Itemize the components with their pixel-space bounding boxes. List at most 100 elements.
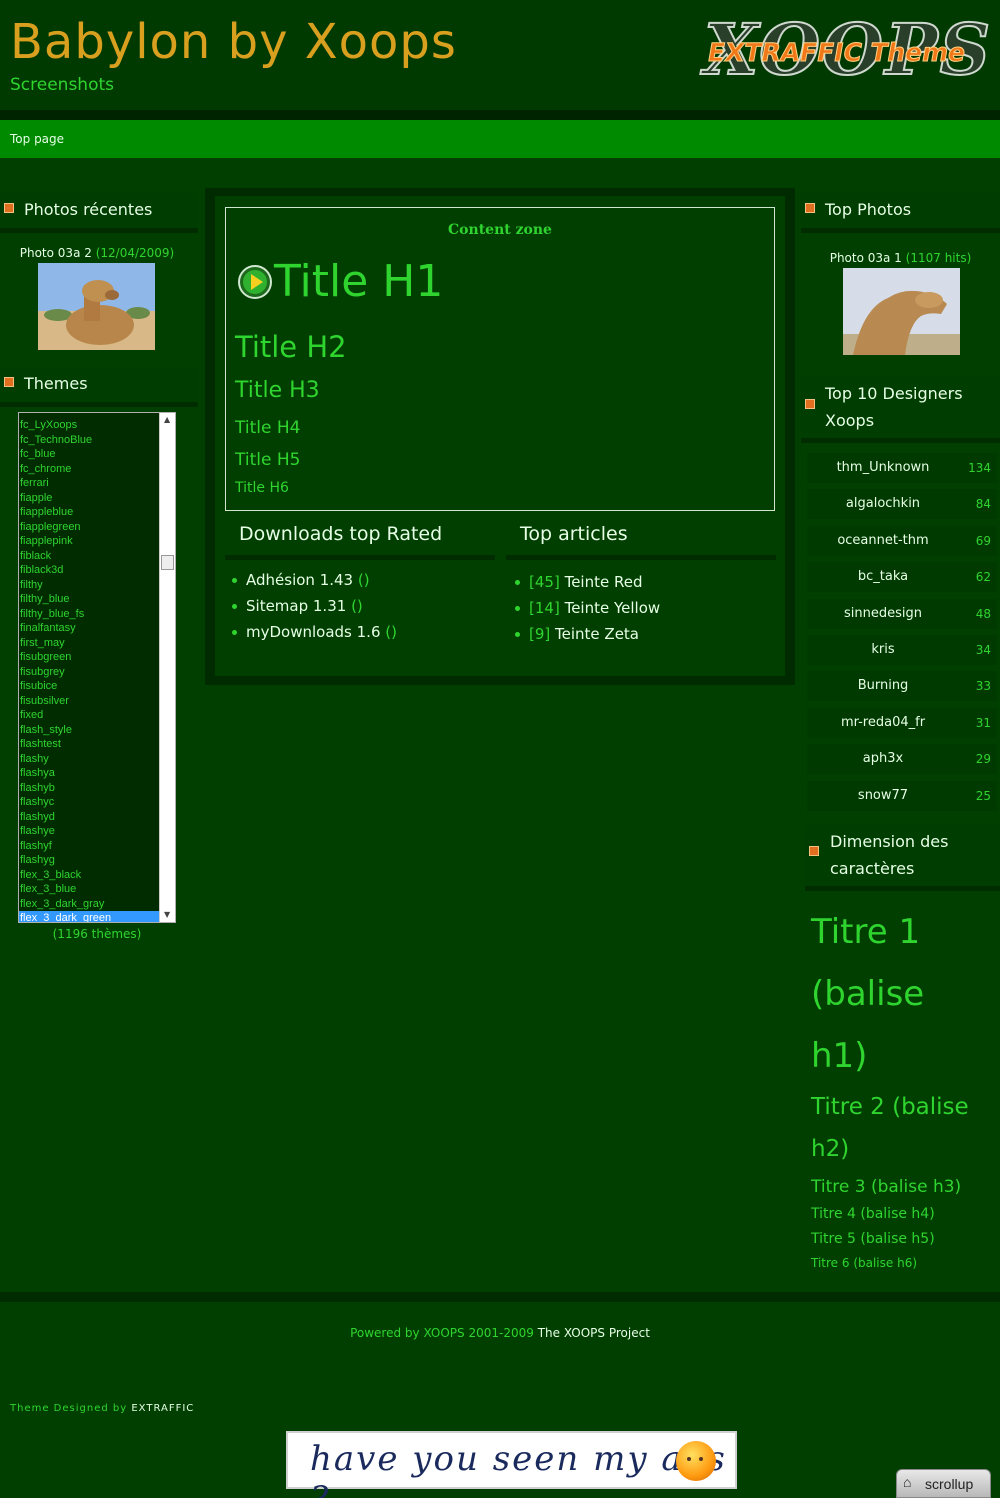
theme-option[interactable]: flex_3_dark_gray [19,897,159,912]
theme-option[interactable]: ferrari [19,476,159,491]
themes-select-list[interactable]: fc_LyXoops fc_TechnoBlue fc_blue fc_chrome f… [18,412,176,923]
scroll-up-arrow-icon[interactable]: ▲ [164,415,170,424]
designer-count: 48 [975,606,991,621]
dim-title1-line2: (balise [811,974,925,1014]
title-h6: Title H6 [235,480,289,496]
article-item[interactable]: [9] Teinte Zeta [515,624,660,650]
theme-option[interactable]: fisubgrey [19,665,159,680]
designer-row[interactable]: aph3x 29 [807,744,997,775]
theme-option[interactable]: fisubsilver [19,694,159,709]
article-name[interactable]: Teinte Red [565,573,643,591]
dim-title2-line2: h2) [811,1136,850,1162]
theme-option[interactable]: flashyf [19,839,159,854]
theme-option[interactable]: fc_chrome [19,462,159,477]
theme-option[interactable]: fisubgreen [19,650,159,665]
download-item[interactable]: Sitemap 1.31 () [232,596,397,622]
articles-title: Top articles [520,523,628,545]
theme-option[interactable]: finalfantasy [19,621,159,636]
recent-photo-thumbnail[interactable] [38,263,155,350]
top-photo-name[interactable]: Photo 03a 1 [830,251,902,265]
theme-option[interactable]: flashtest [19,737,159,752]
powered-prefix[interactable]: Powered by XOOPS 2001-2009 [350,1326,534,1340]
theme-option[interactable]: fc_LyXoops [19,418,159,433]
designer-name[interactable]: sinnedesign [807,599,959,629]
top-photo-thumbnail[interactable] [843,268,960,355]
download-name[interactable]: myDownloads 1.6 [246,623,381,641]
theme-option[interactable]: flex_3_dark_green [19,911,159,922]
designer-name[interactable]: Burning [807,671,959,701]
designer-name[interactable]: thm_Unknown [807,453,959,483]
themes-scrollbar[interactable]: ▲ ▼ [159,413,175,922]
dimensions-title-line2: caractères [830,859,915,878]
designer-row[interactable]: kris 34 [807,634,997,665]
dim-title2-line1: Titre 2 (balise [811,1094,969,1120]
theme-option[interactable]: filthy_blue [19,592,159,607]
designer-row[interactable]: oceannet-thm 69 [807,525,997,556]
scrollup-button[interactable]: ⌂ scrollup [896,1469,991,1498]
designer-row[interactable]: algalochkin 84 [807,489,997,520]
theme-option[interactable]: fiblack [19,549,159,564]
theme-option[interactable]: flex_3_blue [19,882,159,897]
designers-title-line1: Top 10 Designers [825,384,963,403]
theme-option[interactable]: fixed [19,708,159,723]
theme-option[interactable]: fiblack3d [19,563,159,578]
theme-option[interactable]: fc_TechnoBlue [19,433,159,448]
theme-option[interactable]: flash_style [19,723,159,738]
designer-name[interactable]: bc_taka [807,562,959,592]
designer-name[interactable]: kris [807,635,959,665]
theme-option[interactable]: fiappleblue [19,505,159,520]
designer-name[interactable]: mr-reda04_fr [807,708,959,738]
article-name[interactable]: Teinte Yellow [565,599,661,617]
designer-row[interactable]: snow77 25 [807,780,997,811]
theme-option[interactable]: flashye [19,824,159,839]
designer-row[interactable]: sinnedesign 48 [807,598,997,629]
designer-row[interactable]: mr-reda04_fr 31 [807,707,997,738]
designer-name[interactable]: snow77 [807,781,959,811]
theme-option[interactable]: flashya [19,766,159,781]
theme-option[interactable]: first_may [19,636,159,651]
theme-option[interactable]: flashyb [19,781,159,796]
theme-option[interactable]: fiapplegreen [19,520,159,535]
designer-count: 134 [968,461,991,475]
download-name[interactable]: Adhésion 1.43 [246,571,353,589]
scroll-thumb[interactable] [161,555,174,570]
articles-title-block: Top articles [506,515,776,560]
download-item[interactable]: Adhésion 1.43 () [232,570,397,596]
themes-title-block: Themes [0,367,198,407]
xoops-project-link[interactable]: The XOOPS Project [538,1326,650,1340]
theme-option[interactable]: filthy_blue_fs [19,607,159,622]
download-item[interactable]: myDownloads 1.6 () [232,622,397,648]
theme-option[interactable]: flashy [19,752,159,767]
block-bullet-icon [4,203,14,213]
theme-option[interactable]: flashyg [19,853,159,868]
recent-photos-title: Photos récentes [24,200,153,219]
recent-photo-name[interactable]: Photo 03a 2 [20,246,92,260]
download-name[interactable]: Sitemap 1.31 [246,597,346,615]
designer-name[interactable]: oceannet-thm [807,526,959,556]
designer-name[interactable]: aph3x [807,744,959,774]
content-zone-label: Content zone [448,222,552,238]
theme-option[interactable]: fiapplepink [19,534,159,549]
article-item[interactable]: [45] Teinte Red [515,572,660,598]
top-page-link[interactable]: Top page [10,132,64,146]
scroll-down-arrow-icon[interactable]: ▼ [164,910,170,919]
theme-option[interactable]: filthy [19,578,159,593]
article-item[interactable]: [14] Teinte Yellow [515,598,660,624]
theme-option[interactable]: flashyc [19,795,159,810]
designer-row[interactable]: Burning 33 [807,671,997,702]
dimensions-title-line1: Dimension des [830,832,949,851]
theme-option[interactable]: flex_3_black [19,868,159,883]
xoops-logo[interactable]: XOOPS EXTRAFFIC Theme [700,7,991,92]
article-name[interactable]: Teinte Zeta [555,625,639,643]
theme-option[interactable]: fc_blue [19,447,159,462]
themes-options[interactable]: fc_LyXoops fc_TechnoBlue fc_blue fc_chrome f… [19,413,159,922]
designer-row[interactable]: bc_taka 62 [807,562,997,593]
designer-name[interactable]: algalochkin [807,489,959,519]
theme-option[interactable]: fisubice [19,679,159,694]
extraffic-link[interactable]: EXTRAFFIC [131,1403,194,1414]
site-name[interactable]: Babylon by Xoops [10,14,457,70]
theme-option[interactable]: fiapple [19,491,159,506]
ads-banner[interactable]: have you seen my ads ? [286,1431,737,1498]
designer-row[interactable]: thm_Unknown 134 [807,453,997,483]
theme-option[interactable]: flashyd [19,810,159,825]
